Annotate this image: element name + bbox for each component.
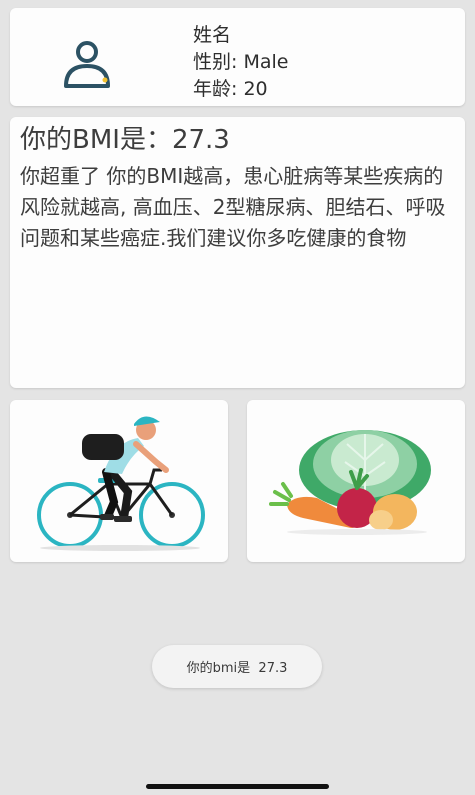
bmi-result-card: 你的BMI是：27.3 你超重了 你的BMI越高，患心脏病等某些疾病的风险就越高… [10,117,465,388]
food-card[interactable] [247,400,465,562]
vegetables-illustration [269,430,431,535]
profile-name: 姓名 [193,24,232,46]
profile-age: 年龄: 20 [193,78,268,100]
profile-card: 姓名 性别: Male 年龄: 20 [10,8,465,106]
exercise-card[interactable] [10,400,228,562]
cyclist-illustration [37,416,205,551]
user-icon [60,40,114,94]
home-indicator[interactable] [146,784,329,789]
toast-message: 你的bmi是 27.3 [152,645,322,688]
profile-gender: 性别: Male [193,51,289,73]
bmi-title: 你的BMI是：27.3 [20,125,230,155]
bmi-description: 你超重了 你的BMI越高，患心脏病等某些疾病的风险就越高, 高血压、2型糖尿病、… [20,164,446,250]
